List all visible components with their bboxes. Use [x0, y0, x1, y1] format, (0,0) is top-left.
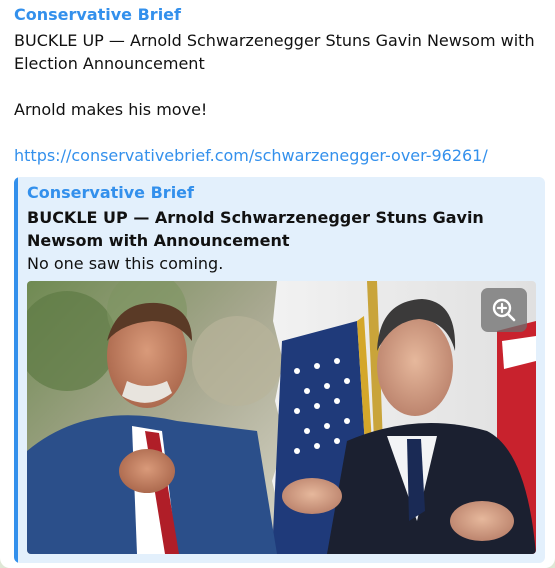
message-headline: BUCKLE UP — Arnold Schwarzenegger Stuns …: [14, 31, 535, 73]
link-preview[interactable]: Conservative Brief BUCKLE UP — Arnold Sc…: [14, 177, 545, 563]
preview-accent-bar: [14, 177, 18, 563]
message-tagline: Arnold makes his move!: [14, 100, 208, 119]
zoom-button[interactable]: [481, 288, 527, 332]
sender-name[interactable]: Conservative Brief: [14, 5, 181, 24]
zoom-in-icon: [492, 298, 516, 322]
preview-site-name: Conservative Brief: [27, 183, 194, 202]
preview-title: BUCKLE UP — Arnold Schwarzenegger Stuns …: [27, 208, 484, 250]
message-text: BUCKLE UP — Arnold Schwarzenegger Stuns …: [14, 29, 544, 167]
message-bubble: Conservative Brief BUCKLE UP — Arnold Sc…: [0, 0, 555, 568]
preview-description: No one saw this coming.: [27, 254, 224, 273]
preview-photo: [27, 281, 536, 554]
message-link[interactable]: https://conservativebrief.com/schwarzene…: [14, 146, 488, 165]
preview-image[interactable]: [27, 281, 536, 554]
